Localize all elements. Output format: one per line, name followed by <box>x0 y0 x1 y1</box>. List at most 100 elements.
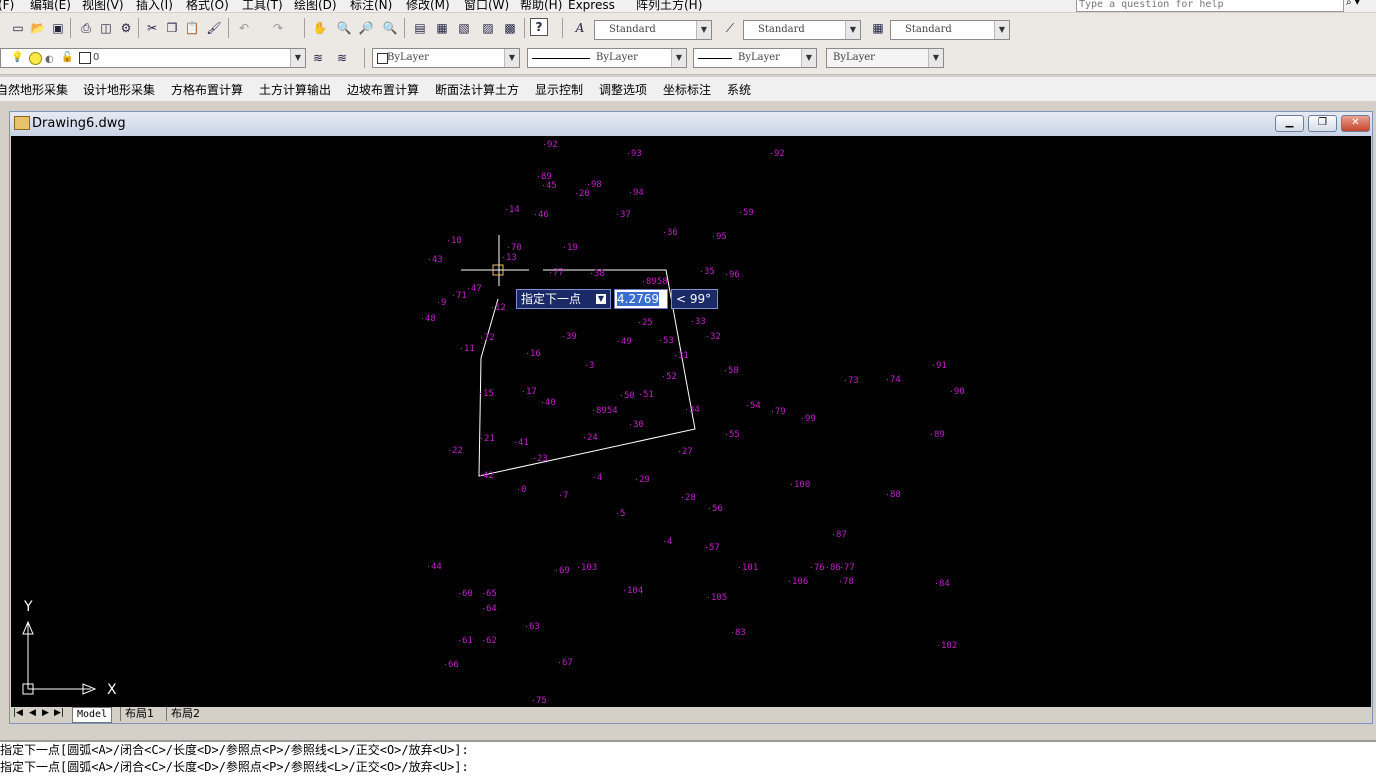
menu-item[interactable]: 标注(N) <box>350 0 392 12</box>
custom-menu-item[interactable]: 显示控制 <box>535 81 583 98</box>
chevron-down-icon[interactable]: ▼ <box>671 49 686 67</box>
menu-item[interactable]: 修改(M) <box>406 0 450 12</box>
paste-icon[interactable]: 📋 <box>182 18 202 38</box>
survey-point-label: 99 <box>805 414 816 424</box>
zoom-previous-icon[interactable]: 🔍 <box>380 18 400 38</box>
text-style-select[interactable]: Standard ▼ <box>594 20 712 40</box>
options-down-arrow-icon[interactable]: ▼ <box>596 294 606 304</box>
tab-layout2[interactable]: 布局2 <box>166 707 204 721</box>
last-tab-icon[interactable]: ▶| <box>54 708 64 718</box>
preview-icon[interactable]: ◫ <box>96 18 116 38</box>
tab-layout1[interactable]: 布局1 <box>120 707 158 721</box>
angle-input[interactable]: < 99° <box>671 289 718 309</box>
tool-palettes-icon[interactable]: ▧ <box>454 18 474 38</box>
plot-style-select[interactable]: ByLayer ▼ <box>826 48 944 68</box>
menu-item[interactable]: 窗口(W) <box>464 0 509 12</box>
help-search-input[interactable]: Type a question for help <box>1076 0 1344 12</box>
chevron-down-icon[interactable]: ▼ <box>801 49 816 67</box>
menu-item[interactable]: 插入(I) <box>136 0 173 12</box>
drawing-canvas[interactable]: Y X 92 93 92 89 45 98 20 94 14 46 37 59 36 95 10 70 19 13… <box>11 136 1371 707</box>
survey-point-dot <box>732 632 733 633</box>
restore-button[interactable]: ❐ <box>1308 115 1337 132</box>
open-icon[interactable]: 📂 <box>28 18 48 38</box>
menu-item[interactable]: Express <box>568 0 615 12</box>
menu-item[interactable]: 视图(V) <box>82 0 124 12</box>
survey-point-dot <box>506 209 507 210</box>
menu-item[interactable]: 帮助(H) <box>520 0 562 12</box>
match-properties-icon[interactable]: 🖌 <box>204 18 224 38</box>
sheet-set-icon[interactable]: ▨ <box>478 18 498 38</box>
lock-icon[interactable]: 🔓 <box>61 49 73 67</box>
table-style-value: Standard <box>905 24 952 35</box>
next-tab-icon[interactable]: ▶ <box>42 708 49 718</box>
survey-point-label: 40 <box>545 398 556 408</box>
viewport-freeze-icon[interactable]: ◐ <box>45 51 54 67</box>
length-input-value: 4.2769 <box>617 292 659 306</box>
survey-point-label: 37 <box>620 210 631 220</box>
custom-menu-item[interactable]: 调整选项 <box>599 81 647 98</box>
custom-menu-item[interactable]: 自然地形采集 <box>0 81 68 98</box>
minimize-button[interactable]: ▁ <box>1275 115 1304 132</box>
first-tab-icon[interactable]: |◀ <box>13 708 23 718</box>
menu-item[interactable]: (F) <box>0 0 14 12</box>
chevron-down-icon[interactable]: ▼ <box>696 21 711 39</box>
menu-item[interactable]: 绘图(D) <box>294 0 337 12</box>
make-layer-current-icon[interactable]: ≋ <box>308 48 328 68</box>
copy-icon[interactable]: ❐ <box>162 18 182 38</box>
undo-icon[interactable]: ↶ <box>234 18 254 38</box>
help-icon[interactable]: ? <box>530 18 548 36</box>
design-center-icon[interactable]: ▦ <box>432 18 452 38</box>
menu-item[interactable]: 阵列土方(H) <box>636 0 702 12</box>
save-icon[interactable]: ▣ <box>48 18 68 38</box>
survey-point-label: 3 <box>589 361 594 371</box>
command-line[interactable]: 指定下一点[圆弧<A>/闭合<C>/长度<D>/参照点<P>/参照线<L>/正交… <box>0 740 1376 776</box>
properties-icon[interactable]: ▤ <box>410 18 430 38</box>
cut-icon[interactable]: ✂ <box>142 18 162 38</box>
sun-icon[interactable] <box>29 52 42 65</box>
pan-icon[interactable]: ✋ <box>310 18 330 38</box>
help-search-icon[interactable]: ⌕ ▾ <box>1346 0 1372 12</box>
linetype-select[interactable]: ByLayer ▼ <box>527 48 687 68</box>
print-icon[interactable]: ⎙ <box>76 18 96 38</box>
tab-model[interactable]: Model <box>72 707 113 723</box>
menu-item[interactable]: 格式(O) <box>186 0 229 12</box>
chevron-down-icon[interactable]: ▼ <box>845 21 860 39</box>
survey-point-label: 75 <box>536 696 547 706</box>
chevron-down-icon[interactable]: ▼ <box>504 49 519 67</box>
close-button[interactable]: ✕ <box>1341 115 1370 132</box>
chevron-down-icon[interactable]: ▼ <box>994 21 1009 39</box>
dim-style-icon[interactable]: ⟋ <box>720 18 740 38</box>
prev-tab-icon[interactable]: ◀ <box>29 708 36 718</box>
layer-previous-icon[interactable]: ≋ <box>332 48 352 68</box>
custom-menu-item[interactable]: 方格布置计算 <box>171 81 243 98</box>
length-input[interactable]: 4.2769 <box>614 289 668 309</box>
table-style-icon[interactable]: ▦ <box>868 18 888 38</box>
redo-icon[interactable]: ↷ <box>268 18 288 38</box>
zoom-realtime-icon[interactable]: 🔍 <box>334 18 354 38</box>
light-bulb-icon[interactable]: 💡 <box>11 49 23 67</box>
color-select[interactable]: ByLayer ▼ <box>372 48 520 68</box>
new-icon[interactable]: ▭ <box>8 18 28 38</box>
separator <box>304 18 305 38</box>
text-style-value: Standard <box>609 24 656 35</box>
menu-item[interactable]: 编辑(E) <box>30 0 71 12</box>
table-style-select[interactable]: Standard ▼ <box>890 20 1010 40</box>
layer-select[interactable]: 💡 ◐ 🔓 0 ▼ <box>0 48 306 68</box>
markup-icon[interactable]: ▩ <box>500 18 520 38</box>
custom-menu-item[interactable]: 坐标标注 <box>663 81 711 98</box>
lineweight-select[interactable]: ByLayer ▼ <box>693 48 817 68</box>
publish-icon[interactable]: ⚙ <box>116 18 136 38</box>
chevron-down-icon[interactable]: ▼ <box>290 49 305 67</box>
zoom-window-icon[interactable]: 🔎 <box>356 18 376 38</box>
text-style-icon[interactable]: A <box>570 18 590 38</box>
custom-menu-item[interactable]: 设计地形采集 <box>83 81 155 98</box>
lineweight-preview <box>698 58 732 59</box>
custom-menu-item[interactable]: 断面法计算土方 <box>435 81 519 98</box>
dim-style-select[interactable]: Standard ▼ <box>743 20 861 40</box>
custom-menu-item[interactable]: 边坡布置计算 <box>347 81 419 98</box>
custom-menu-item[interactable]: 系统 <box>727 81 751 98</box>
survey-point-label: 77 <box>553 268 564 278</box>
chevron-down-icon[interactable]: ▼ <box>928 49 943 67</box>
custom-menu-item[interactable]: 土方计算输出 <box>259 81 331 98</box>
menu-item[interactable]: 工具(T) <box>242 0 283 12</box>
